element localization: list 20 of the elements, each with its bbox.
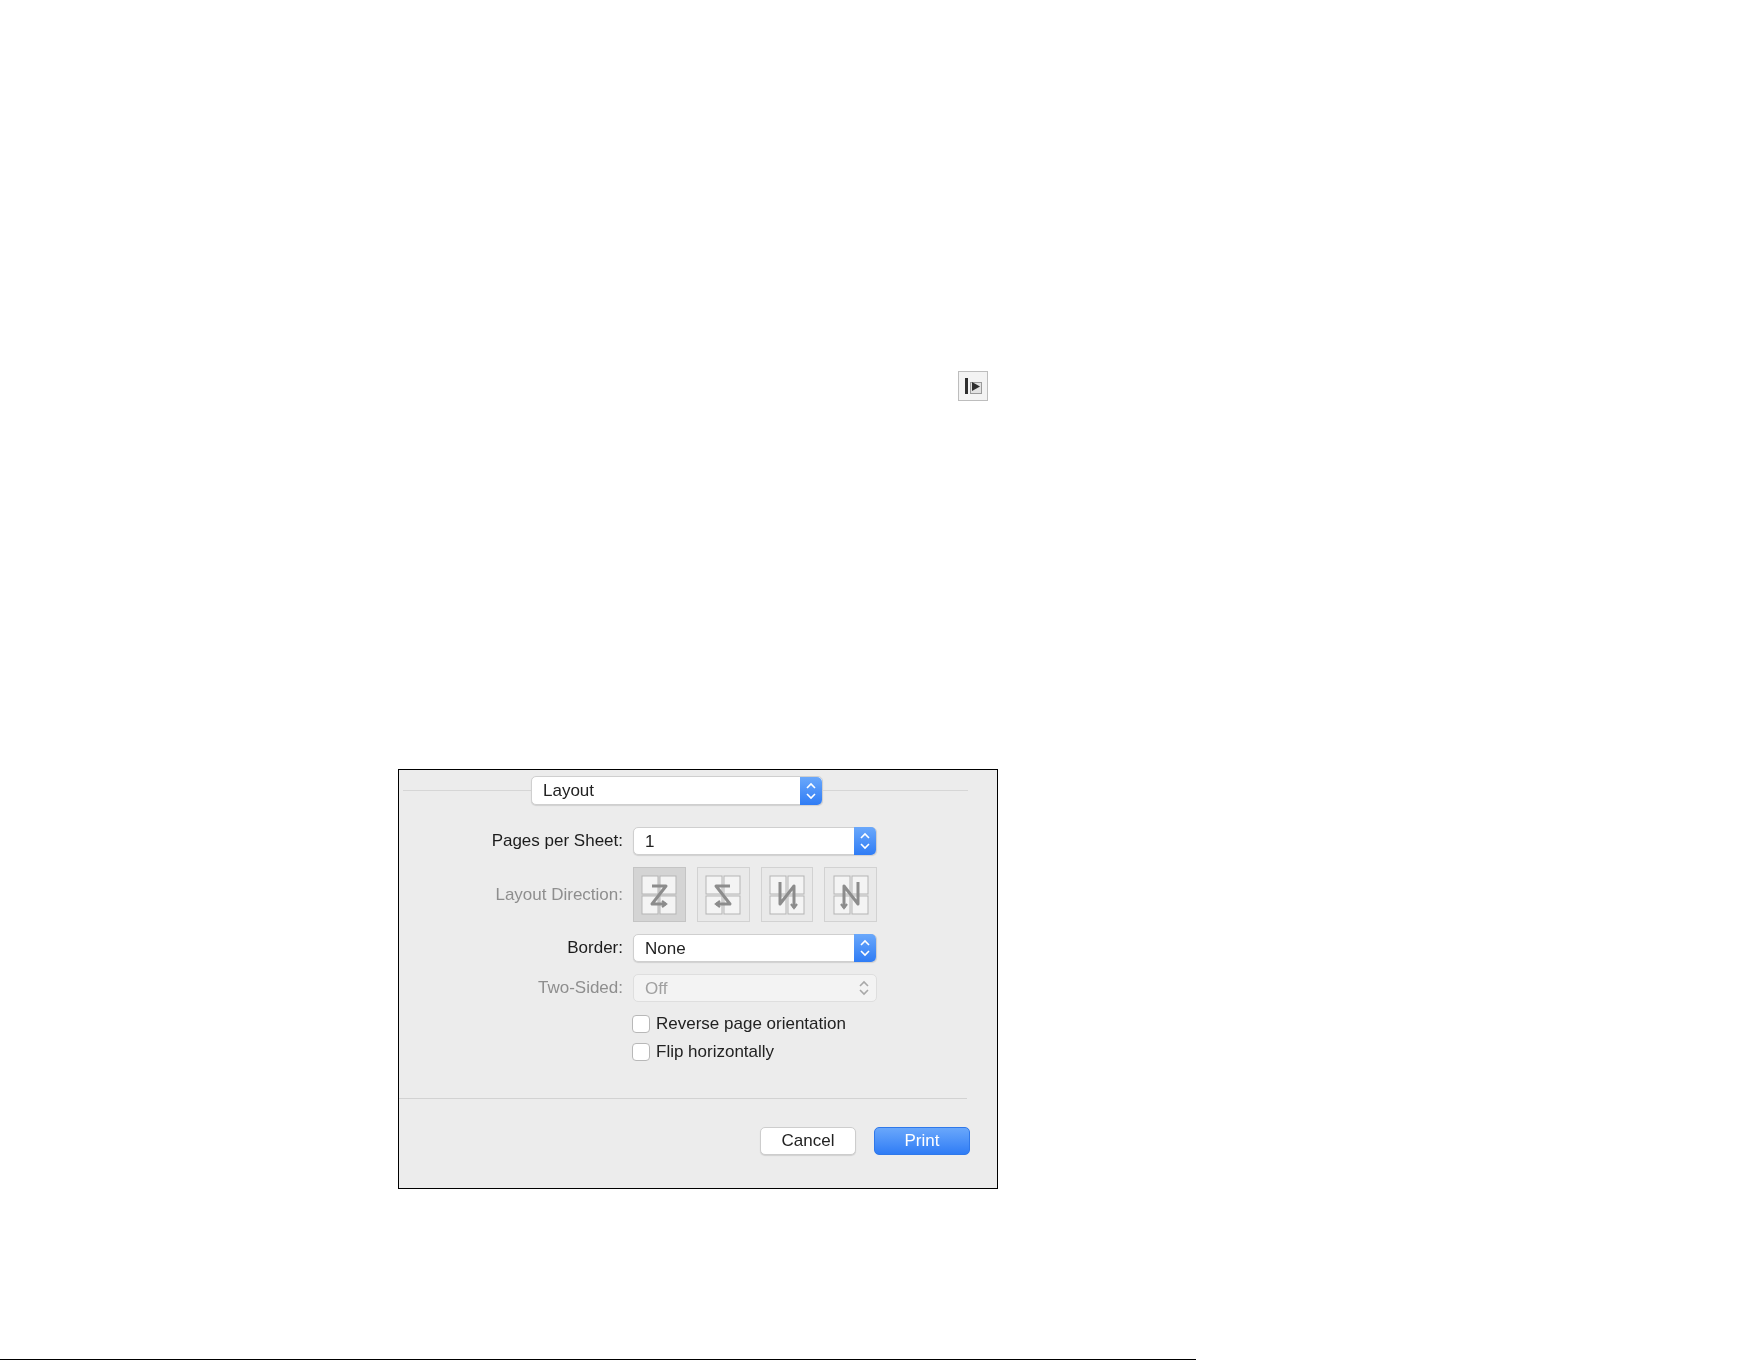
mirrored-z-order-icon — [703, 872, 744, 917]
dropdown[interactable]: None — [633, 934, 877, 962]
checkbox-label[interactable]: Reverse page orientation — [656, 1011, 846, 1037]
chevron-up-down-icon — [854, 934, 876, 962]
field-label: Border: — [567, 937, 623, 960]
field-label: Layout Direction: — [495, 883, 623, 906]
n-order-icon — [830, 872, 871, 917]
checkbox[interactable] — [632, 1015, 650, 1033]
checkbox-label[interactable]: Flip horizontally — [656, 1039, 775, 1065]
chevron-up-down-icon — [800, 776, 822, 805]
field-label: Pages per Sheet: — [491, 830, 623, 853]
cancel-button[interactable]: Cancel — [760, 1127, 856, 1155]
field-label: Two-Sided: — [537, 977, 623, 1000]
mirrored-n-order-icon — [766, 872, 807, 917]
z-order-icon — [639, 872, 680, 917]
dropdown[interactable]: Layout — [531, 776, 823, 805]
dropdown[interactable]: 1 — [633, 827, 877, 855]
chevron-up-down-icon — [857, 978, 871, 998]
checkbox[interactable] — [632, 1043, 650, 1061]
chevron-up-down-icon — [854, 827, 876, 855]
